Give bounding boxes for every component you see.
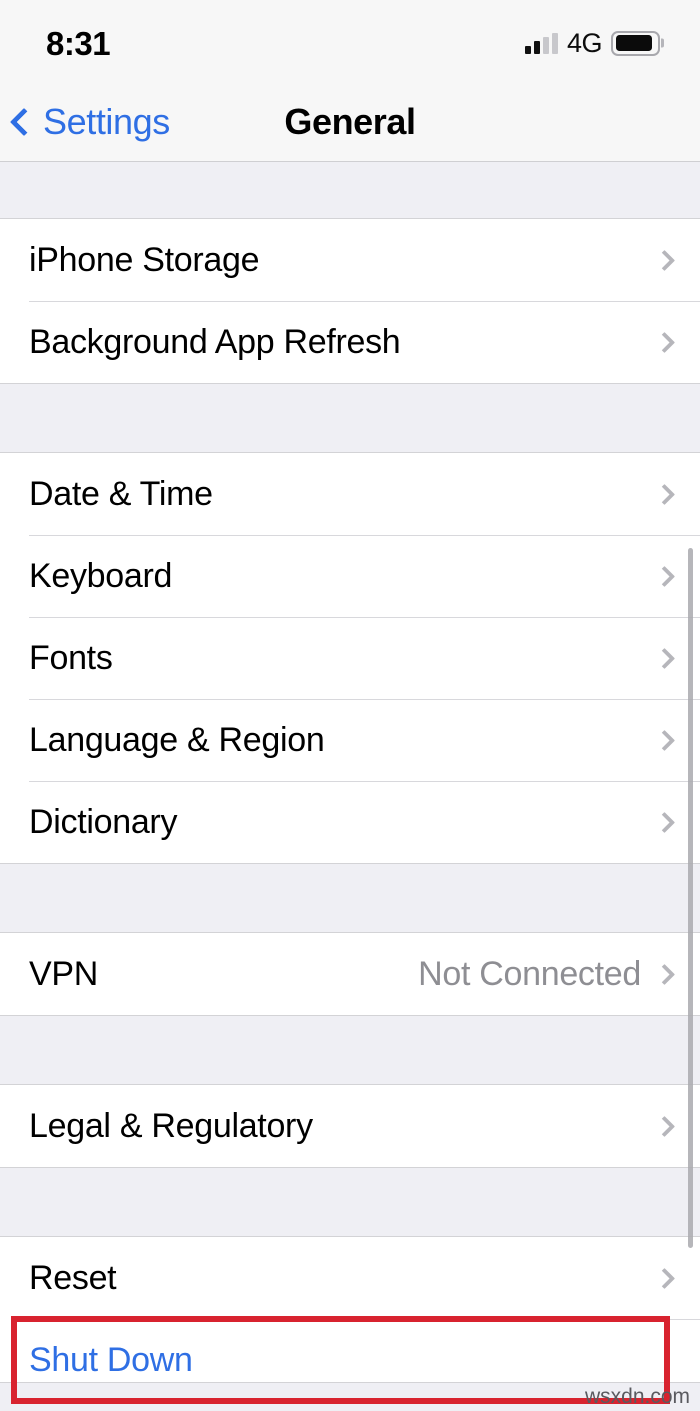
chevron-right-icon (653, 811, 676, 833)
group-spacer (0, 1168, 700, 1236)
settings-group-legal-group: Legal & Regulatory (0, 1084, 700, 1168)
settings-row-background-app-refresh[interactable]: Background App Refresh (0, 301, 700, 383)
settings-row-date-time[interactable]: Date & Time (0, 453, 700, 535)
settings-row-dictionary[interactable]: Dictionary (0, 781, 700, 863)
settings-row-language-region[interactable]: Language & Region (0, 699, 700, 781)
chevron-right-icon (653, 483, 676, 505)
row-label: Fonts (29, 639, 113, 677)
settings-group-locale-group: Date & Time Keyboard Fonts Language & Regio… (0, 452, 700, 864)
settings-list[interactable]: iPhone Storage Background App Refresh Date… (0, 162, 700, 1411)
settings-row-iphone-storage[interactable]: iPhone Storage (0, 219, 700, 301)
row-label: iPhone Storage (29, 241, 260, 279)
row-label: Legal & Regulatory (29, 1107, 313, 1145)
vertical-scrollbar[interactable] (688, 548, 693, 1248)
watermark-label: wsxdn.com (584, 1385, 690, 1408)
row-label: Background App Refresh (29, 323, 401, 361)
row-value: Not Connected (418, 955, 641, 993)
chevron-right-icon (653, 565, 676, 587)
chevron-left-icon (9, 107, 39, 136)
settings-group-vpn-group: VPN Not Connected (0, 932, 700, 1016)
iphone-settings-screen: 8:31 4G Settings General iPhone Storage B… (0, 0, 700, 1411)
battery-icon (611, 30, 664, 56)
network-type-label: 4G (566, 27, 603, 58)
row-label: VPN (29, 955, 99, 993)
row-label: Reset (29, 1259, 117, 1297)
group-spacer (0, 864, 700, 932)
chevron-right-icon (653, 729, 676, 751)
status-bar-clock: 8:31 (46, 24, 111, 62)
chevron-right-icon (653, 331, 676, 353)
chevron-right-icon (653, 647, 676, 669)
row-label: Dictionary (29, 803, 178, 841)
navigation-bar: Settings General (0, 82, 700, 162)
settings-row-legal-regulatory[interactable]: Legal & Regulatory (0, 1085, 700, 1167)
settings-row-vpn[interactable]: VPN Not Connected (0, 933, 700, 1015)
status-bar: 8:31 4G (0, 0, 700, 82)
settings-row-reset[interactable]: Reset (0, 1237, 700, 1319)
chevron-right-icon (653, 963, 676, 985)
settings-group-reset-group: Reset Shut Down (0, 1236, 700, 1402)
back-button-label: Settings (43, 100, 170, 142)
chevron-right-icon (653, 1115, 676, 1137)
row-label: Shut Down (29, 1341, 193, 1379)
row-label: Keyboard (29, 557, 173, 595)
status-bar-indicators: 4G (524, 26, 664, 58)
group-spacer (0, 1016, 700, 1084)
cellular-signal-icon (524, 32, 558, 54)
row-label: Language & Region (29, 721, 325, 759)
back-button[interactable]: Settings (9, 100, 170, 142)
group-spacer (0, 384, 700, 452)
settings-row-keyboard[interactable]: Keyboard (0, 535, 700, 617)
settings-group-storage-group: iPhone Storage Background App Refresh (0, 218, 700, 384)
chevron-right-icon (653, 1267, 676, 1289)
settings-row-fonts[interactable]: Fonts (0, 617, 700, 699)
row-label: Date & Time (29, 475, 213, 513)
group-spacer (0, 162, 700, 218)
chevron-right-icon (653, 249, 676, 271)
